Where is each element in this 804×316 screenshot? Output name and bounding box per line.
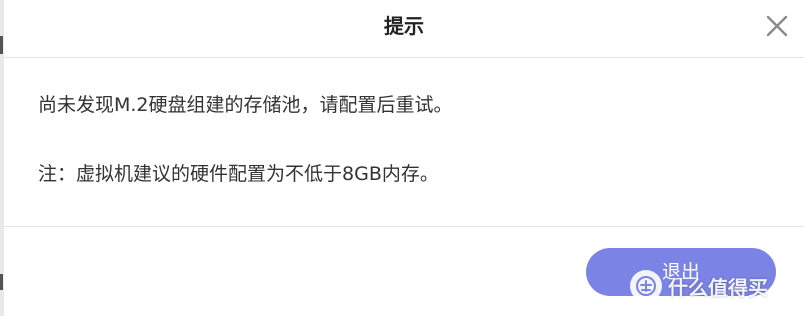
- close-button[interactable]: [764, 13, 790, 39]
- dialog-title: 提示: [384, 14, 424, 38]
- close-icon: [766, 15, 788, 37]
- header-divider: [4, 57, 804, 58]
- prompt-dialog: 提示 尚未发现M.2硬盘组建的存储池，请配置后重试。 注：虚拟机建议的硬件配置为…: [4, 0, 804, 316]
- exit-button[interactable]: 退出: [586, 248, 776, 296]
- dialog-header: 提示: [4, 0, 804, 56]
- background-mark: [0, 36, 3, 54]
- footer-divider: [4, 226, 804, 227]
- page: 提示 尚未发现M.2硬盘组建的存储池，请配置后重试。 注：虚拟机建议的硬件配置为…: [0, 0, 804, 316]
- dialog-note: 注：虚拟机建议的硬件配置为不低于8GB内存。: [38, 163, 439, 185]
- background-mark: [0, 274, 3, 290]
- dialog-message: 尚未发现M.2硬盘组建的存储池，请配置后重试。: [38, 94, 453, 116]
